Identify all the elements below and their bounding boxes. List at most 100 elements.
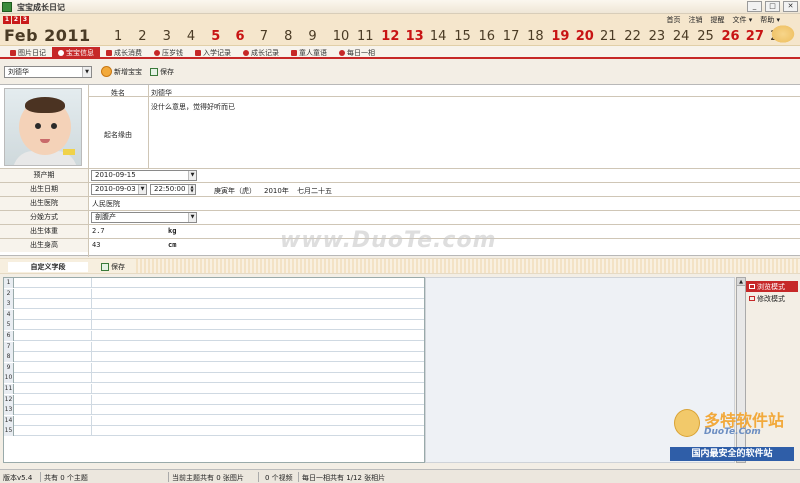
calendar-day[interactable]: 8 xyxy=(284,29,292,44)
calendar-day[interactable]: 7 xyxy=(260,29,268,44)
calendar-day[interactable]: 17 xyxy=(503,29,520,44)
grid-cell[interactable] xyxy=(14,341,92,352)
grid-row[interactable]: 11 xyxy=(4,384,424,394)
calendar-day[interactable]: 15 xyxy=(454,29,471,44)
grid-cell[interactable] xyxy=(14,309,92,320)
grid-row[interactable]: 10 xyxy=(4,373,424,384)
browse-mode-button[interactable]: 浏览模式 xyxy=(746,281,798,292)
grid-cell[interactable] xyxy=(14,299,92,310)
grid-cell[interactable] xyxy=(14,415,92,426)
due-date-label: 预产期 xyxy=(0,169,88,182)
minimize-button[interactable]: _ xyxy=(747,1,762,12)
tab-speech[interactable]: 童人童语 xyxy=(285,47,333,58)
grid-row[interactable]: 8 xyxy=(4,352,424,363)
page-tab-2[interactable]: 2 xyxy=(12,16,20,24)
close-button[interactable]: ✕ xyxy=(783,1,798,12)
calendar-day[interactable]: 13 xyxy=(406,29,424,44)
calendar-day[interactable]: 11 xyxy=(357,29,374,44)
weight-value[interactable]: 2.7 xyxy=(92,227,105,235)
calendar-day[interactable]: 18 xyxy=(527,29,544,44)
calendar-day[interactable]: 4 xyxy=(187,29,195,44)
grid-row[interactable]: 6 xyxy=(4,331,424,341)
tab-camera[interactable]: 每日一相 xyxy=(333,47,381,58)
grid-cell[interactable] xyxy=(14,405,92,416)
grid-cell[interactable] xyxy=(14,362,92,373)
baby-photo[interactable] xyxy=(4,88,82,166)
grid-row[interactable]: 1 xyxy=(4,278,424,288)
grid-row[interactable]: 15 xyxy=(4,426,424,437)
nav-file-menu[interactable]: 文件 ▾ xyxy=(733,15,753,25)
grid-cell[interactable] xyxy=(14,394,92,405)
delivery-select[interactable]: 剖腹产 ▼ xyxy=(91,212,197,223)
calendar-day[interactable]: 12 xyxy=(381,29,399,44)
grid-cell[interactable] xyxy=(14,352,92,363)
calendar-day[interactable]: 21 xyxy=(600,29,617,44)
grid-row[interactable]: 3 xyxy=(4,299,424,310)
grid-row[interactable]: 2 xyxy=(4,288,424,299)
calendar-day[interactable]: 22 xyxy=(624,29,641,44)
birth-date-field[interactable]: 2010-09-03 ▼ xyxy=(91,184,147,195)
grid-cell[interactable] xyxy=(14,320,92,331)
custom-field-grid[interactable]: 1 2 3 4 5 6 7 8 9 10 11 12 13 14 15 xyxy=(3,277,425,463)
grid-cell[interactable] xyxy=(14,373,92,384)
grid-cell[interactable] xyxy=(14,288,92,299)
height-value[interactable]: 43 xyxy=(92,241,100,249)
calendar-day[interactable]: 27 xyxy=(746,29,764,44)
nav-home[interactable]: 首页 xyxy=(667,15,681,25)
calendar-day[interactable]: 6 xyxy=(236,29,245,44)
birth-time-field[interactable]: 22:50:00 ▲ ▼ xyxy=(150,184,196,195)
grid-cell[interactable] xyxy=(14,426,92,437)
calendar-day[interactable]: 20 xyxy=(576,29,594,44)
name-value[interactable]: 刘德华 xyxy=(151,88,172,98)
grid-cell[interactable] xyxy=(14,278,92,288)
watermark: www.DuoTe.com xyxy=(280,228,497,253)
grid-cell[interactable] xyxy=(14,331,92,341)
nav-help-menu[interactable]: 帮助 ▾ xyxy=(760,15,780,25)
tab-coin[interactable]: 成长消费 xyxy=(100,47,148,58)
calendar-day[interactable]: 26 xyxy=(722,29,740,44)
calendar-day[interactable]: 5 xyxy=(211,29,220,44)
reason-value[interactable]: 没什么意思，觉得好听而已 xyxy=(151,102,235,112)
page-tab-1[interactable]: 1 xyxy=(3,16,11,24)
scroll-up-icon[interactable]: ▲ xyxy=(737,278,745,286)
due-date-value: 2010-09-15 xyxy=(95,171,136,179)
calendar-day[interactable]: 1 xyxy=(114,29,122,44)
grid-row[interactable]: 12 xyxy=(4,394,424,405)
maximize-button[interactable]: □ xyxy=(765,1,780,12)
grid-row[interactable]: 13 xyxy=(4,405,424,416)
tab-school[interactable]: 入学记录 xyxy=(189,47,237,58)
spinner-icon[interactable]: ▲ ▼ xyxy=(188,185,195,194)
nav-reminder[interactable]: 提醒 xyxy=(711,15,725,25)
grid-row[interactable]: 4 xyxy=(4,309,424,320)
add-baby-button[interactable]: 新增宝宝 xyxy=(101,66,142,77)
grid-row[interactable]: 7 xyxy=(4,341,424,352)
edit-mode-button[interactable]: 修改模式 xyxy=(746,293,798,304)
custom-save-button[interactable]: 保存 xyxy=(101,262,125,272)
grid-row[interactable]: 5 xyxy=(4,320,424,331)
tab-info[interactable]: 宝宝信息 xyxy=(52,47,100,58)
tab-label: 成长记录 xyxy=(251,48,279,57)
calendar-day[interactable]: 10 xyxy=(333,29,350,44)
calendar-day[interactable]: 24 xyxy=(673,29,690,44)
save-button[interactable]: 保存 xyxy=(150,67,174,77)
calendar-day[interactable]: 19 xyxy=(551,29,569,44)
tab-growth[interactable]: 成长记录 xyxy=(237,47,285,58)
page-tab-3[interactable]: 3 xyxy=(21,16,29,24)
calendar-day[interactable]: 3 xyxy=(163,29,171,44)
calendar-day[interactable]: 2 xyxy=(138,29,146,44)
due-date-field[interactable]: 2010-09-15 ▼ xyxy=(91,170,197,181)
calendar-day[interactable]: 9 xyxy=(308,29,316,44)
calendar-day[interactable]: 14 xyxy=(430,29,447,44)
grid-cell[interactable] xyxy=(14,384,92,394)
weight-label: 出生体重 xyxy=(0,225,88,238)
nav-logout[interactable]: 注销 xyxy=(689,15,703,25)
calendar-day[interactable]: 16 xyxy=(479,29,496,44)
grid-row[interactable]: 9 xyxy=(4,362,424,373)
hospital-value[interactable]: 人民医院 xyxy=(92,199,120,209)
tab-money[interactable]: 压岁钱 xyxy=(148,47,189,58)
baby-select[interactable]: 刘德华 ▼ xyxy=(4,66,92,78)
calendar-day[interactable]: 23 xyxy=(649,29,666,44)
tab-photo[interactable]: 图片日记 xyxy=(4,47,52,58)
calendar-day[interactable]: 25 xyxy=(697,29,714,44)
grid-row[interactable]: 14 xyxy=(4,415,424,426)
